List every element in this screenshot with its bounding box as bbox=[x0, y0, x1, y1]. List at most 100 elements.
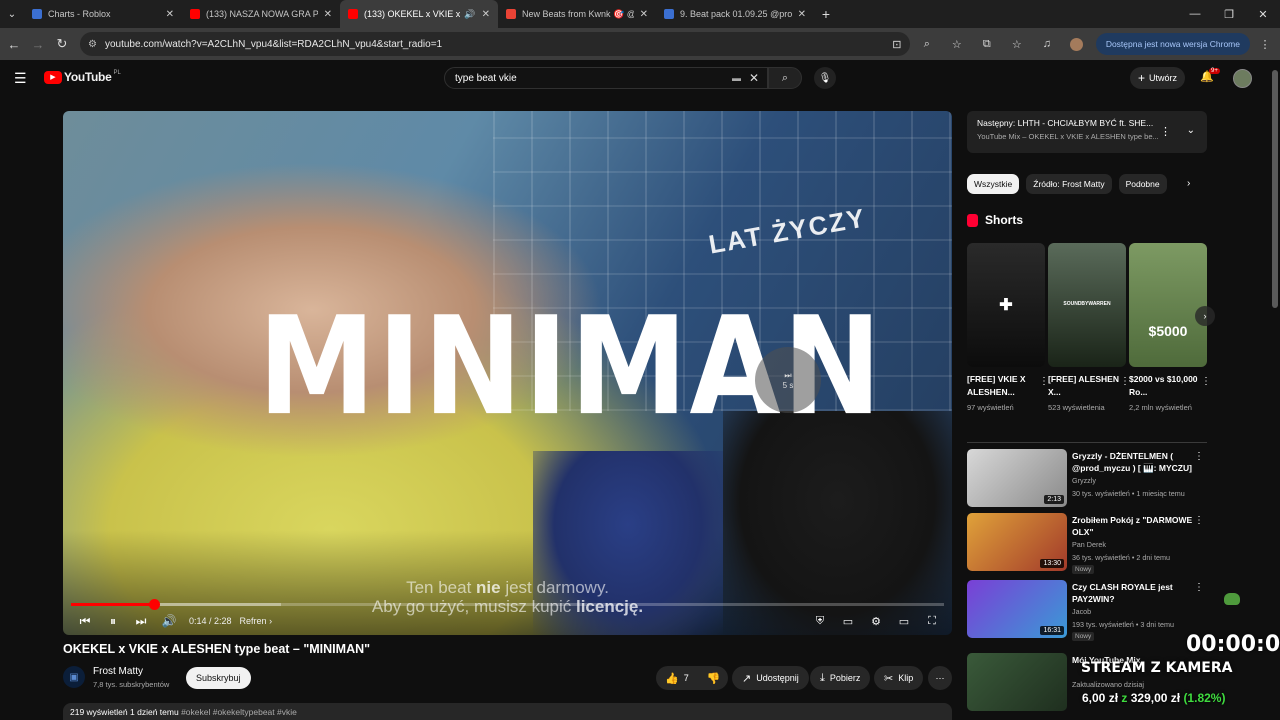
voice-search-button[interactable]: 🎙 bbox=[814, 67, 836, 89]
short-card[interactable]: $5000 $2000 vs $10,000 Ro... 2,2 mln wyś… bbox=[1129, 243, 1211, 413]
page-scrollbar[interactable] bbox=[1272, 62, 1278, 720]
toolbar-actions: ⊡ ⌕ ☆ ⧉ ☆ ♫ Dostępna jest nowa wersja Ch… bbox=[882, 28, 1280, 60]
more-vertical-icon[interactable]: ⋮ bbox=[1201, 376, 1211, 387]
browser-tab[interactable]: Charts - Roblox ✕ bbox=[24, 0, 182, 28]
autoplay-next-overlay[interactable]: ⏭ 5 s bbox=[755, 347, 821, 413]
youtube-logo[interactable]: ▶ YouTube PL bbox=[44, 70, 121, 84]
minimize-icon[interactable]: — bbox=[1178, 0, 1212, 28]
tab-close-icon[interactable]: ✕ bbox=[482, 9, 490, 20]
reload-icon[interactable]: ↻ bbox=[50, 28, 74, 60]
new-badge: Nowy bbox=[1072, 565, 1095, 574]
address-bar[interactable]: ⚙ youtube.com/watch?v=A2CLhN_vpu4&list=R… bbox=[80, 32, 910, 56]
more-vertical-icon[interactable]: ⋮ bbox=[1194, 582, 1204, 593]
recommended-video[interactable]: 2:13 Gryzzly - DŻENTELMEN ( @prod_myczu … bbox=[967, 449, 1207, 509]
theater-mode-icon[interactable]: ▭ bbox=[890, 615, 918, 628]
install-app-icon[interactable]: ⊡ bbox=[885, 32, 909, 56]
video-player[interactable]: LAT ŻYCZY MINIMAN ⏭ 5 s Ten beat nie jes… bbox=[63, 111, 952, 635]
create-button[interactable]: + Utwórz bbox=[1130, 67, 1186, 89]
video-thumbnail: 13:30 bbox=[967, 513, 1067, 571]
short-thumbnail-text: SOUNDBYWARREN bbox=[1063, 301, 1111, 307]
player-controls: ⏮ ⏸ ⏭ 🔊 0:14 / 2:28 Refren › ⛨ ▭ ⚙ ▭ ⛶ bbox=[63, 609, 952, 633]
account-avatar[interactable] bbox=[1233, 69, 1252, 88]
restore-icon[interactable]: ❐ bbox=[1212, 0, 1246, 28]
clip-button[interactable]: ✂ Klip bbox=[874, 666, 924, 690]
menu-icon[interactable]: ☰ bbox=[14, 70, 27, 87]
download-button[interactable]: ⤓ Pobierz bbox=[810, 666, 871, 690]
tab-search-icon[interactable]: ⌄ bbox=[0, 0, 24, 28]
back-icon[interactable]: ← bbox=[2, 28, 26, 60]
recommended-video[interactable]: 13:30 Zrobiłem Pokój z "DARMOWE OLX" Pan… bbox=[967, 513, 1207, 574]
keyboard-icon[interactable]: ▬ bbox=[732, 73, 741, 83]
tab-close-icon[interactable]: ✕ bbox=[640, 9, 648, 20]
short-thumbnail: ✚ bbox=[967, 243, 1045, 367]
chapter-title[interactable]: Refren › bbox=[240, 616, 273, 626]
player-controls-right: ⛨ ▭ ⚙ ▭ ⛶ bbox=[806, 609, 946, 633]
browser-tab-active[interactable]: (133) OKEKEL x VKIE x ALESH 🔊 ✕ bbox=[340, 0, 498, 28]
description-box[interactable]: 219 wyświetleń 1 dzień temu #okekel #oke… bbox=[63, 703, 952, 720]
chevron-down-icon[interactable]: ⌄ bbox=[1187, 125, 1195, 136]
short-views: 523 wyświetlenia bbox=[1048, 403, 1105, 412]
microphone-icon: 🎙 bbox=[818, 72, 832, 84]
youtube-wordmark: YouTube bbox=[64, 70, 112, 84]
subscribe-button[interactable]: Subskrybuj bbox=[186, 667, 251, 689]
more-vertical-icon[interactable]: ⋮ bbox=[1194, 515, 1204, 526]
bookmarks-icon[interactable]: ☆ bbox=[1005, 32, 1029, 56]
clear-search-icon[interactable]: ✕ bbox=[749, 71, 759, 85]
more-vertical-icon[interactable]: ⋮ bbox=[1160, 125, 1171, 138]
short-thumbnail: SOUNDBYWARREN bbox=[1048, 243, 1126, 367]
search-button[interactable]: ⌕ bbox=[768, 67, 802, 89]
previous-icon[interactable]: ⏮ bbox=[71, 614, 99, 629]
forward-icon[interactable]: → bbox=[26, 28, 50, 60]
extensions-icon[interactable]: ⧉ bbox=[975, 32, 999, 56]
video-title: OKEKEL x VKIE x ALESHEN type beat – "MIN… bbox=[63, 642, 371, 656]
channel-name[interactable]: Frost Matty bbox=[93, 666, 143, 677]
scrollbar-thumb[interactable] bbox=[1272, 70, 1278, 308]
browser-tab[interactable]: (133) NASZA NOWA GRA PLAN ✕ bbox=[182, 0, 340, 28]
browser-toolbar: ← → ↻ ⚙ youtube.com/watch?v=A2CLhN_vpu4&… bbox=[0, 28, 1280, 60]
short-title: [FREE] VKIE X ALESHEN... bbox=[967, 374, 1026, 397]
close-window-icon[interactable]: ✕ bbox=[1246, 0, 1280, 28]
tab-close-icon[interactable]: ✕ bbox=[324, 9, 332, 20]
more-actions-button[interactable]: ⋯ bbox=[928, 666, 952, 690]
browser-tab[interactable]: 9. Beat pack 01.09.25 @prodbyh ✕ bbox=[656, 0, 814, 28]
hashtags[interactable]: #okekel #okekeltypebeat #vkie bbox=[181, 707, 297, 717]
browser-tab[interactable]: New Beats from Kwnk 🎯 @pro ✕ bbox=[498, 0, 656, 28]
ad-block-shield-icon[interactable]: ⛨ bbox=[806, 615, 834, 628]
profile-avatar[interactable] bbox=[1065, 32, 1089, 56]
speaker-icon[interactable]: 🔊 bbox=[464, 9, 475, 20]
new-tab-button[interactable]: + bbox=[814, 0, 838, 28]
zoom-icon[interactable]: ⌕ bbox=[915, 32, 939, 56]
search-input[interactable]: type beat vkie ▬ ✕ bbox=[444, 67, 768, 89]
tab-favicon-icon bbox=[664, 9, 674, 19]
video-meta: 36 tys. wyświetleń • 2 dni temu bbox=[1072, 553, 1170, 562]
media-icon[interactable]: ♫ bbox=[1035, 32, 1059, 56]
chip-source[interactable]: Źródło: Frost Matty bbox=[1026, 174, 1112, 194]
next-icon[interactable]: ⏭ bbox=[127, 614, 155, 629]
fullscreen-icon[interactable]: ⛶ bbox=[918, 615, 946, 628]
chevron-right-icon[interactable]: › bbox=[1187, 178, 1190, 189]
tab-close-icon[interactable]: ✕ bbox=[166, 9, 174, 20]
upload-age: 1 dzień temu bbox=[130, 707, 179, 717]
site-info-icon[interactable]: ⚙ bbox=[88, 39, 97, 50]
chrome-update-button[interactable]: Dostępna jest nowa wersja Chrome bbox=[1095, 33, 1250, 55]
short-card[interactable]: ✚ [FREE] VKIE X ALESHEN... 97 wyświetleń… bbox=[967, 243, 1049, 413]
bookmark-star-icon[interactable]: ☆ bbox=[945, 32, 969, 56]
tab-close-icon[interactable]: ✕ bbox=[798, 9, 806, 20]
like-button[interactable]: 👍 7 bbox=[656, 666, 698, 690]
volume-icon[interactable]: 🔊 bbox=[155, 614, 183, 628]
chrome-menu-icon[interactable]: ⋮ bbox=[1253, 32, 1277, 56]
dislike-button[interactable]: 👎 bbox=[698, 666, 730, 690]
subtitles-icon[interactable]: ▭ bbox=[834, 615, 862, 628]
chip-related[interactable]: Podobne bbox=[1118, 174, 1167, 194]
more-vertical-icon[interactable]: ⋮ bbox=[1194, 451, 1204, 462]
pause-icon[interactable]: ⏸ bbox=[99, 614, 127, 629]
share-button[interactable]: ↗ Udostępnij bbox=[732, 666, 809, 690]
progress-bar[interactable] bbox=[71, 599, 944, 610]
channel-avatar[interactable]: ▣ bbox=[63, 666, 85, 688]
short-card[interactable]: SOUNDBYWARREN [FREE] ALESHEN X... 523 wy… bbox=[1048, 243, 1130, 413]
recommended-video[interactable]: 16:31 Czy CLASH ROYALE jest PAY2WIN? Jac… bbox=[967, 580, 1207, 641]
settings-gear-icon[interactable]: ⚙ bbox=[862, 615, 890, 628]
shorts-next-button[interactable]: › bbox=[1195, 306, 1215, 326]
chip-all[interactable]: Wszystkie bbox=[967, 174, 1020, 194]
playlist-up-next-panel[interactable]: Następny: LHTH - CHCIAŁBYM BYĆ ft. SHE..… bbox=[967, 111, 1207, 153]
